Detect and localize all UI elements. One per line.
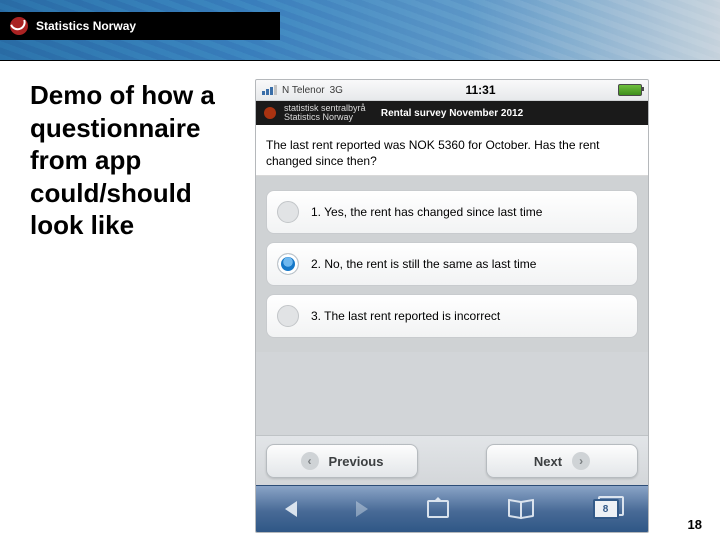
survey-app-header: statistisk sentralbyrå Statistics Norway… (256, 101, 648, 125)
safari-toolbar: 8 (256, 485, 648, 532)
question-text: The last rent reported was NOK 5360 for … (266, 137, 638, 169)
option-label: 3. The last rent reported is incorrect (311, 309, 500, 323)
previous-label: Previous (329, 454, 384, 469)
phone-mockup: N Telenor 3G 11:31 statistisk sentralbyr… (255, 79, 649, 533)
battery-icon (618, 84, 642, 96)
org-name: Statistics Norway (36, 19, 136, 33)
radio-icon[interactable] (277, 253, 299, 275)
slide-title: Demo of how a questionnaire from app cou… (30, 79, 235, 540)
clock: 11:31 (348, 83, 613, 97)
forward-icon[interactable] (356, 501, 368, 517)
share-icon[interactable] (427, 500, 449, 518)
previous-button[interactable]: ‹ Previous (266, 444, 418, 478)
network-label: 3G (330, 85, 343, 96)
signal-bars-icon (262, 85, 277, 95)
next-button[interactable]: Next › (486, 444, 638, 478)
next-label: Next (534, 454, 562, 469)
option-label: 1. Yes, the rent has changed since last … (311, 205, 542, 219)
radio-icon[interactable] (277, 201, 299, 223)
option-row[interactable]: 3. The last rent reported is incorrect (266, 294, 638, 338)
slide-page-number: 18 (688, 517, 702, 532)
org-logo-icon (10, 17, 28, 35)
bookmarks-icon[interactable] (508, 500, 534, 518)
carrier-label: N Telenor (282, 85, 325, 96)
option-row[interactable]: 2. No, the rent is still the same as las… (266, 242, 638, 286)
question-area: The last rent reported was NOK 5360 for … (256, 125, 648, 176)
slide-header-banner: Statistics Norway (0, 0, 720, 60)
option-row[interactable]: 1. Yes, the rent has changed since last … (266, 190, 638, 234)
option-label: 2. No, the rent is still the same as las… (311, 257, 536, 271)
radio-icon[interactable] (277, 305, 299, 327)
options-list: 1. Yes, the rent has changed since last … (256, 176, 648, 352)
survey-title: Rental survey November 2012 (256, 108, 648, 119)
org-badge: Statistics Norway (0, 12, 280, 40)
tabs-icon[interactable]: 8 (593, 499, 619, 519)
chevron-right-icon: › (572, 452, 590, 470)
survey-nav-bar: ‹ Previous Next › (256, 435, 648, 486)
chevron-left-icon: ‹ (301, 452, 319, 470)
ios-status-bar: N Telenor 3G 11:31 (256, 80, 648, 101)
back-icon[interactable] (285, 501, 297, 517)
